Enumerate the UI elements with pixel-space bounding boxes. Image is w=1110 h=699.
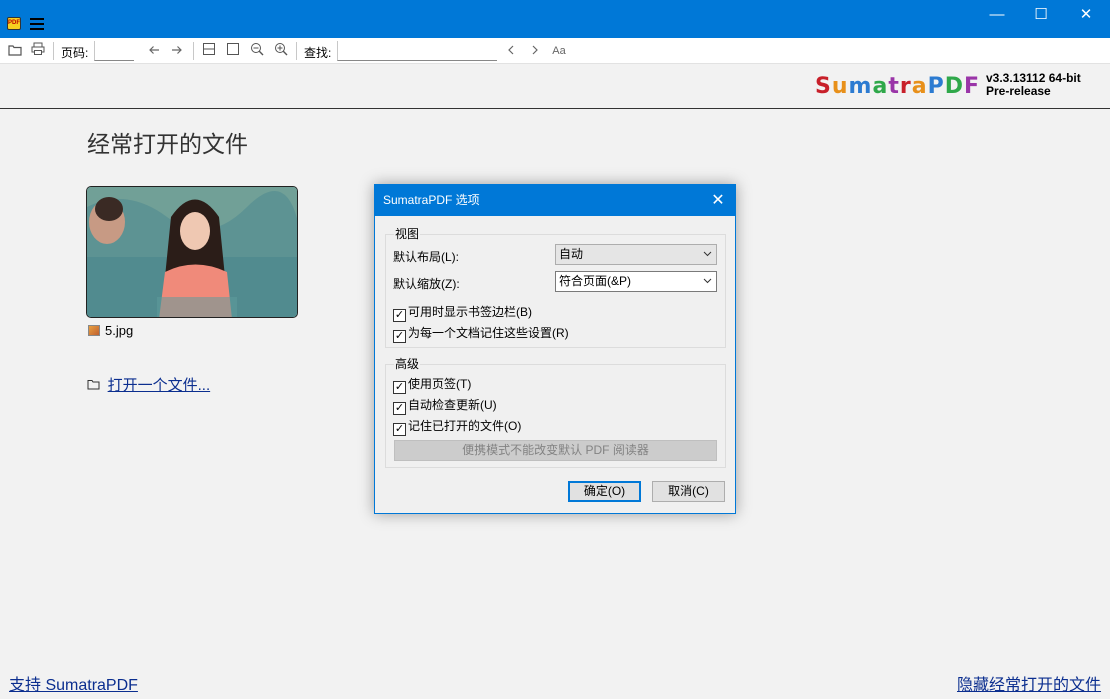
find-label: 查找: (304, 46, 332, 60)
checkbox-box: ✓ (393, 381, 406, 394)
checkbox-box: ✓ (393, 402, 406, 415)
folder-icon[interactable] (6, 42, 24, 60)
chevron-down-icon (703, 245, 712, 271)
print-icon[interactable] (29, 42, 47, 60)
sumatra-logo: SumatraPDF (815, 74, 980, 99)
use-tabs-checkbox[interactable]: ✓ 使用页签(T) (393, 375, 471, 394)
zoom-in-icon[interactable] (272, 42, 290, 60)
zoom-out-icon[interactable] (248, 42, 266, 60)
logo-letter: a (911, 74, 928, 99)
toolbar-separator (53, 42, 54, 60)
dialog-close-button[interactable]: ✕ (701, 185, 735, 216)
find-prev-icon[interactable] (502, 42, 520, 60)
page-title: 经常打开的文件 (87, 132, 248, 158)
open-file-link[interactable]: 打开一个文件... (87, 374, 210, 395)
zoom-select-value: 符合页面(&P) (559, 274, 632, 288)
fit-width-icon[interactable] (224, 42, 242, 60)
checkbox-box: ✓ (393, 309, 406, 322)
checkbox-label: 可用时显示书签边栏(B) (408, 305, 532, 319)
checkbox-box: ✓ (393, 330, 406, 343)
logo-letter: u (831, 74, 849, 99)
recent-file-item[interactable]: 5.jpg (88, 323, 133, 338)
find-input[interactable] (337, 41, 497, 61)
maximize-button[interactable]: ☐ (1018, 0, 1064, 32)
page-label: 页码: (61, 46, 89, 60)
recent-file-thumbnail[interactable] (86, 186, 298, 318)
set-default-reader-button: 便携模式不能改变默认 PDF 阅读器 (394, 440, 717, 461)
bookmark-sidebar-checkbox[interactable]: ✓ 可用时显示书签边栏(B) (393, 303, 532, 322)
title-bar: PDF — ☐ ✕ (0, 0, 1110, 38)
dialog-title-bar: SumatraPDF 选项 ✕ (375, 185, 735, 216)
toolbar-separator (193, 42, 194, 60)
logo-letter: P (927, 74, 945, 99)
logo-letter: S (815, 74, 832, 99)
page-input[interactable] (94, 41, 134, 61)
chevron-down-icon (703, 272, 712, 298)
remember-files-checkbox[interactable]: ✓ 记住已打开的文件(O) (393, 417, 521, 436)
logo-letter: r (899, 74, 912, 99)
prerelease-text: Pre-release (986, 84, 1051, 98)
fit-page-icon[interactable] (200, 42, 218, 60)
auto-update-checkbox[interactable]: ✓ 自动检查更新(U) (393, 396, 497, 415)
match-case-icon[interactable]: Aa (550, 42, 568, 60)
view-group-label: 视图 (394, 225, 421, 242)
app-icon[interactable]: PDF (7, 17, 21, 30)
open-file-text: 打开一个文件... (107, 377, 211, 394)
zoom-label: 默认缩放(Z): (393, 277, 460, 291)
menu-icon[interactable] (30, 18, 44, 30)
toolbar-separator (296, 42, 297, 60)
cancel-button[interactable]: 取消(C) (652, 481, 725, 502)
logo-letter: F (963, 74, 980, 99)
remember-settings-checkbox[interactable]: ✓ 为每一个文档记住这些设置(R) (393, 324, 569, 343)
logo-letter: D (944, 74, 964, 99)
back-arrow-icon[interactable] (145, 42, 163, 60)
logo-letter: t (888, 74, 900, 99)
recent-file-name: 5.jpg (105, 323, 134, 338)
find-next-icon[interactable] (526, 42, 544, 60)
support-link[interactable]: 支持 SumatraPDF (9, 671, 138, 695)
minimize-button[interactable]: — (974, 0, 1020, 32)
checkbox-label: 为每一个文档记住这些设置(R) (408, 326, 569, 340)
advanced-group-label: 高级 (394, 355, 421, 372)
dialog-title: SumatraPDF 选项 (383, 193, 480, 207)
options-dialog: SumatraPDF 选项 ✕ 视图 默认布局(L): 自动 默认缩放(Z): … (374, 184, 736, 514)
logo-letter: a (872, 74, 889, 99)
toolbar: 页码: 查找: Aa (0, 38, 1110, 64)
logo-letter: m (848, 74, 873, 99)
layout-select-value: 自动 (559, 247, 584, 261)
checkbox-box: ✓ (393, 423, 406, 436)
checkbox-label: 使用页签(T) (408, 377, 472, 391)
ok-button[interactable]: 确定(O) (568, 481, 641, 502)
checkbox-label: 记住已打开的文件(O) (408, 419, 522, 433)
forward-arrow-icon[interactable] (168, 42, 186, 60)
checkbox-label: 自动检查更新(U) (408, 398, 497, 412)
zoom-select[interactable]: 符合页面(&P) (555, 271, 717, 292)
header-strip: SumatraPDF v3.3.13112 64-bit Pre-release (0, 64, 1110, 109)
folder-icon (87, 378, 104, 393)
layout-label: 默认布局(L): (393, 250, 460, 264)
layout-select[interactable]: 自动 (555, 244, 717, 265)
hide-recent-link[interactable]: 隐藏经常打开的文件 (957, 671, 1101, 695)
close-button[interactable]: ✕ (1063, 0, 1109, 32)
version-info: v3.3.13112 64-bit Pre-release (986, 72, 1081, 98)
image-file-icon (88, 325, 100, 336)
